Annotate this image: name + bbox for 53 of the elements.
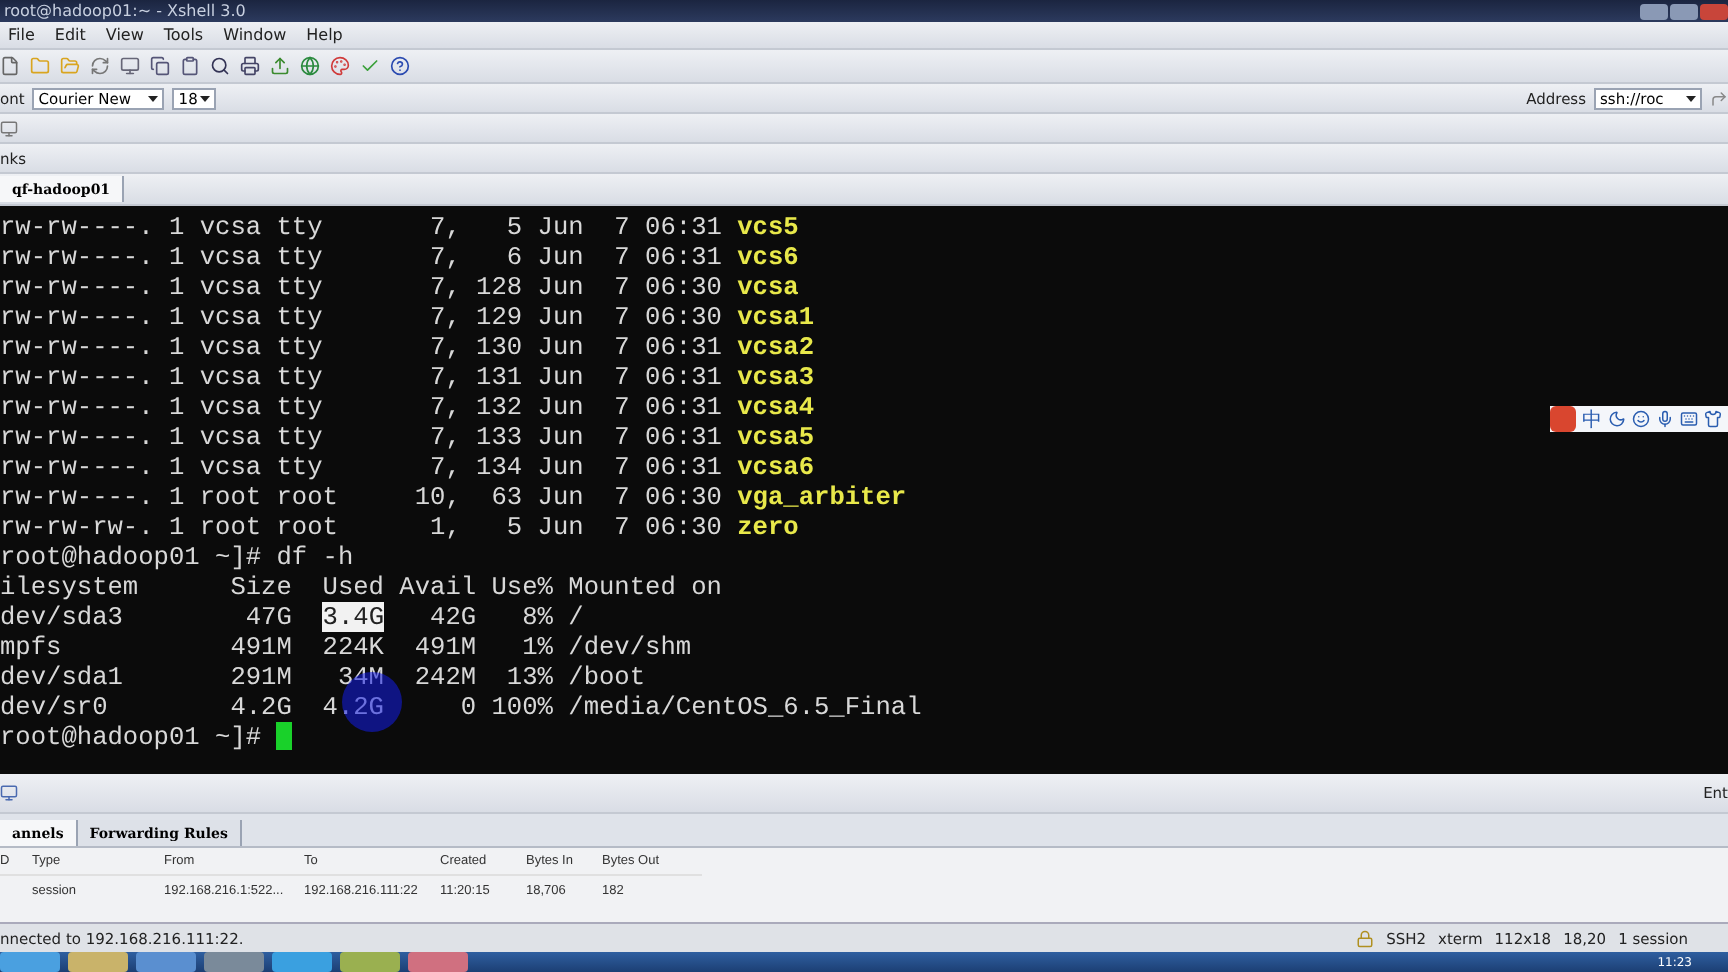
menu-item[interactable]: Help — [298, 26, 351, 44]
maximize-button[interactable] — [1670, 3, 1698, 19]
terminal-line: root@hadoop01 ~]# — [0, 722, 293, 752]
ime-mode-label[interactable]: 中 — [1582, 405, 1602, 433]
terminal-line: mpfs 491M 224K 491M 1% /dev/shm — [0, 632, 692, 662]
terminal-line: rw-rw----. 1 vcsa tty 7, 130 Jun 7 06:31 vcsa2 — [0, 332, 815, 362]
caret-icon — [200, 95, 211, 101]
terminal-line: rw-rw----. 1 vcsa tty 7, 133 Jun 7 06:31 vcsa5 — [0, 422, 815, 452]
monitor-icon[interactable] — [120, 56, 140, 76]
terminal-line: rw-rw----. 1 vcsa tty 7, 132 Jun 7 06:31 vcsa4 — [0, 392, 815, 422]
terminal-line: rw-rw----. 1 root root 10, 63 Jun 7 06:30 vga_arbiter — [0, 482, 907, 512]
terminal-line: rw-rw----. 1 vcsa tty 7, 131 Jun 7 06:31 vcsa3 — [0, 362, 815, 392]
menu-item[interactable]: Edit — [46, 26, 94, 44]
help-icon[interactable] — [390, 56, 410, 76]
terminal-line: rw-rw----. 1 vcsa tty 7, 128 Jun 7 06:30 vcsa — [0, 272, 799, 302]
print-icon[interactable] — [240, 56, 260, 76]
terminal-line: rw-rw----. 1 vcsa tty 7, 134 Jun 7 06:31 vcsa6 — [0, 452, 815, 482]
caret-icon — [148, 95, 159, 101]
minimize-button[interactable] — [1640, 3, 1668, 19]
terminal-line: rw-rw----. 1 vcsa tty 7, 6 Jun 7 06:31 vcs6 — [0, 242, 799, 272]
terminal[interactable] — [0, 206, 1728, 774]
refresh-icon[interactable] — [90, 56, 110, 76]
menu-item[interactable]: Window — [215, 26, 295, 44]
close-button[interactable] — [1700, 3, 1728, 19]
moon-icon[interactable] — [1608, 410, 1626, 428]
terminal-line: dev/sda3 47G 3.4G 42G 8% / — [0, 602, 584, 632]
file-icon[interactable] — [0, 56, 20, 76]
terminal-line: ilesystem Size Used Avail Use% Mounted on — [0, 572, 722, 602]
keyboard-icon[interactable] — [1680, 410, 1698, 428]
lock-icon — [1356, 929, 1375, 947]
paste-icon[interactable] — [180, 56, 200, 76]
caret-icon — [1686, 95, 1696, 101]
menu-item[interactable]: View — [97, 26, 152, 44]
terminal-line: root@hadoop01 ~]# df -h — [0, 542, 354, 572]
upload-icon[interactable] — [270, 56, 290, 76]
search-icon[interactable] — [210, 56, 230, 76]
palette-icon[interactable] — [330, 56, 350, 76]
compose-icon[interactable] — [0, 784, 18, 802]
copy-icon[interactable] — [150, 56, 170, 76]
go-icon[interactable] — [1710, 89, 1728, 107]
terminal-line: rw-rw----. 1 vcsa tty 7, 129 Jun 7 06:30 vcsa1 — [0, 302, 815, 332]
start-button[interactable] — [0, 952, 60, 972]
globe-icon[interactable] — [300, 56, 320, 76]
menu-item[interactable]: File — [0, 26, 43, 44]
smiley-icon[interactable] — [1632, 410, 1650, 428]
shirt-icon[interactable] — [1704, 410, 1722, 428]
check-icon[interactable] — [360, 56, 380, 76]
menu-item[interactable]: Tools — [155, 26, 212, 44]
microphone-icon[interactable] — [1656, 410, 1674, 428]
ime-logo-icon — [1550, 406, 1576, 432]
window-title: root@hadoop01:~ - Xshell 3.0 — [4, 2, 246, 20]
terminal-line: rw-rw-rw-. 1 root root 1, 5 Jun 7 06:30 zero — [0, 512, 799, 542]
terminal-line: rw-rw----. 1 vcsa tty 7, 5 Jun 7 06:31 vcs5 — [0, 212, 799, 242]
